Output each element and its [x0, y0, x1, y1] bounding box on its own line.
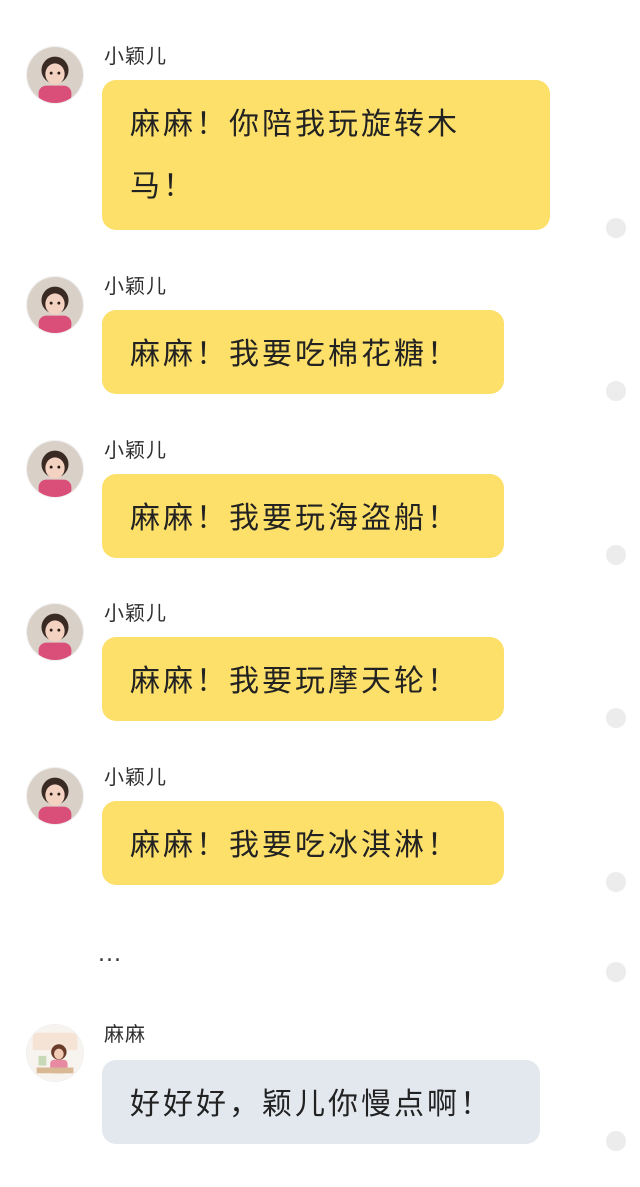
kid-avatar[interactable]	[26, 46, 84, 104]
message-bubble[interactable]: 麻麻！我要吃冰淇淋！	[102, 801, 504, 885]
child-photo-icon	[27, 441, 83, 497]
message-status-dot	[606, 708, 626, 728]
message-bubble[interactable]: 麻麻！你陪我玩旋转木马！	[102, 80, 550, 230]
sender-name: 麻麻	[104, 1022, 146, 1046]
child-photo-icon	[27, 768, 83, 824]
sender-name: 小颖儿	[104, 765, 167, 789]
message-bubble[interactable]: 麻麻！我要吃棉花糖！	[102, 310, 504, 394]
kid-avatar[interactable]	[26, 767, 84, 825]
message-status-dot	[606, 545, 626, 565]
message-bubble[interactable]: 麻麻！我要玩海盗船！	[102, 474, 504, 558]
message-bubble[interactable]: 麻麻！我要玩摩天轮！	[102, 637, 504, 721]
child-photo-icon	[27, 604, 83, 660]
sender-name: 小颖儿	[104, 44, 167, 68]
message-status-dot	[606, 1131, 626, 1151]
sender-name: 小颖儿	[104, 274, 167, 298]
kid-avatar[interactable]	[26, 276, 84, 334]
kid-avatar[interactable]	[26, 440, 84, 498]
child-photo-icon	[27, 277, 83, 333]
message-status-dot	[606, 962, 626, 982]
message-status-dot	[606, 872, 626, 892]
mom-avatar[interactable]	[26, 1024, 84, 1082]
message-status-dot	[606, 381, 626, 401]
chat-screen: 小颖儿 麻麻！你陪我玩旋转木马！ 小颖儿 麻麻！我要吃棉花糖！ 小颖儿 麻麻！我…	[0, 0, 640, 1187]
cartoon-mom-icon	[27, 1025, 83, 1081]
sender-name: 小颖儿	[104, 438, 167, 462]
kid-avatar[interactable]	[26, 603, 84, 661]
message-status-dot	[606, 218, 626, 238]
sender-name: 小颖儿	[104, 601, 167, 625]
message-bubble[interactable]: 好好好，颖儿你慢点啊！	[102, 1060, 540, 1144]
ellipsis-text: ...	[98, 942, 122, 967]
child-photo-icon	[27, 47, 83, 103]
